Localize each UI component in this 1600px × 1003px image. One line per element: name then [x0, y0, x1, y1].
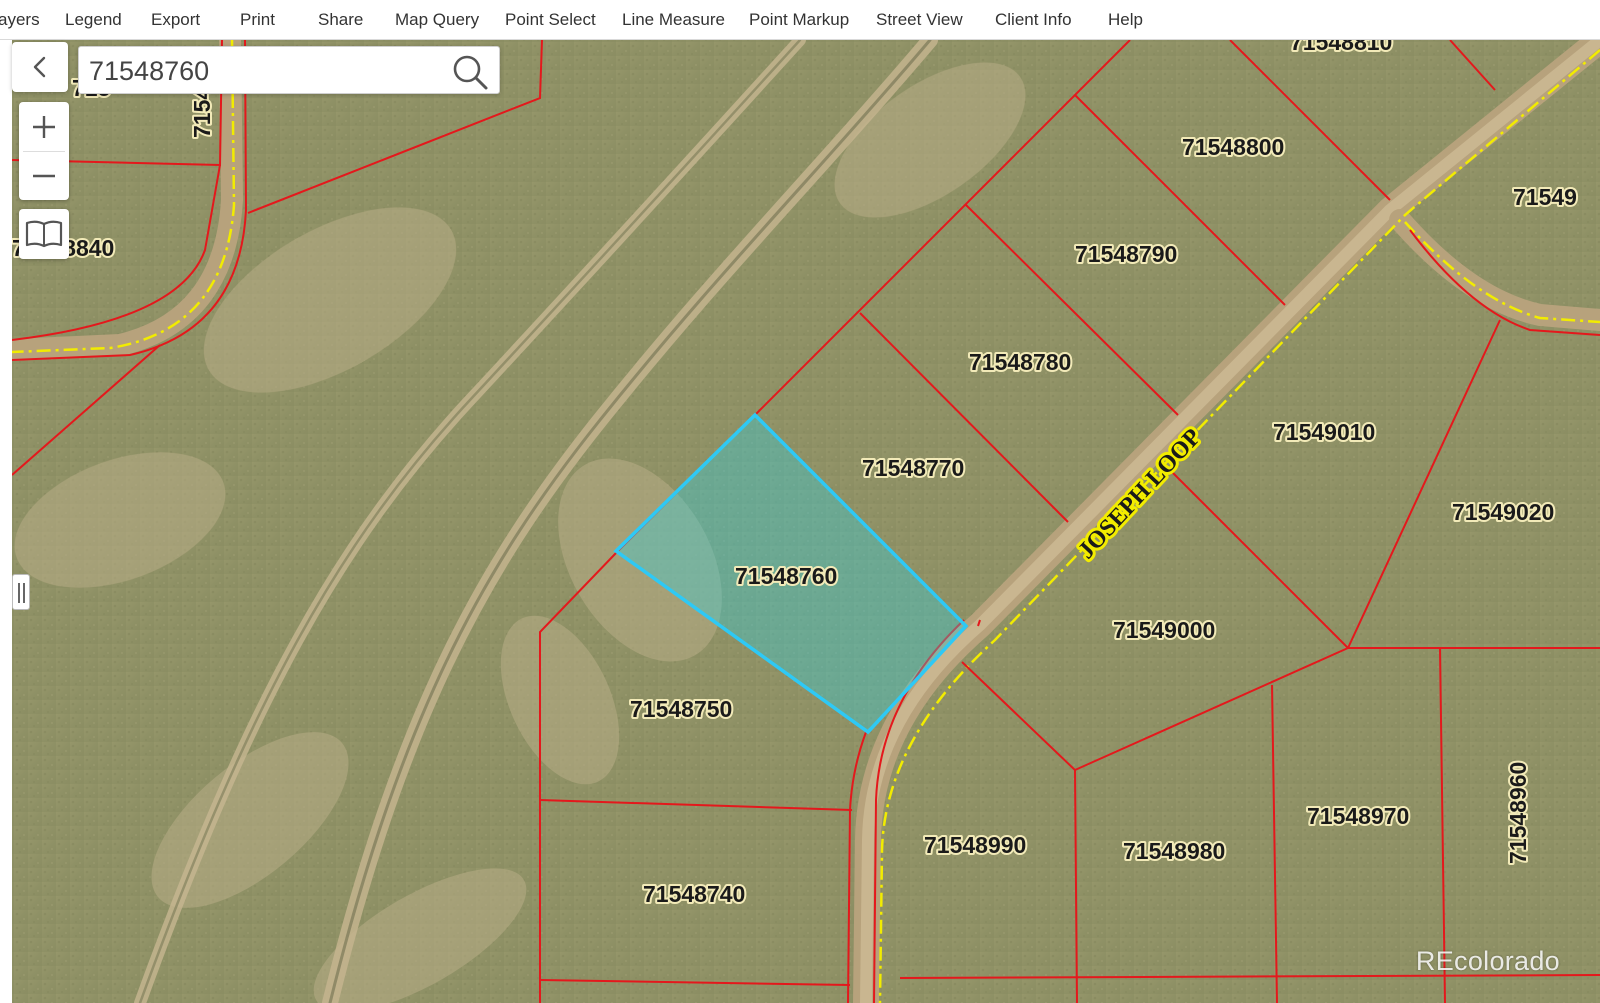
menu-share[interactable]: Share: [318, 0, 363, 39]
parcel-label[interactable]: 71548800: [1180, 132, 1286, 162]
parcel-label[interactable]: 71548810: [1288, 40, 1394, 57]
menu-help[interactable]: Help: [1108, 0, 1143, 39]
menu-client-info[interactable]: Client Info: [995, 0, 1072, 39]
panel-resize-handle[interactable]: [12, 574, 30, 610]
menu-print[interactable]: Print: [240, 0, 275, 39]
plus-icon: [33, 116, 55, 138]
back-button[interactable]: [12, 42, 68, 92]
parcel-label[interactable]: 71548750: [628, 694, 734, 724]
minus-icon: [33, 174, 55, 178]
parcel-label[interactable]: 71549010: [1271, 417, 1377, 447]
parcel-label[interactable]: 71548960: [1503, 760, 1533, 866]
left-panel-edge: [0, 40, 12, 1003]
menu-bar: ayers Legend Export Print Share Map Quer…: [0, 0, 1600, 40]
menu-line-measure[interactable]: Line Measure: [622, 0, 725, 39]
menu-legend[interactable]: Legend: [65, 0, 122, 39]
search-button[interactable]: [449, 51, 491, 91]
zoom-in-button[interactable]: [19, 102, 69, 151]
menu-map-query[interactable]: Map Query: [395, 0, 479, 39]
parcel-label[interactable]: 71548740: [641, 879, 747, 909]
parcel-label-selected[interactable]: 71548760: [733, 561, 839, 591]
parcel-label[interactable]: 71548770: [860, 453, 966, 483]
parcel-label[interactable]: 7154: [187, 85, 217, 140]
drag-handle-icon: [18, 583, 20, 603]
parcel-label[interactable]: 71549020: [1450, 497, 1556, 527]
search-input[interactable]: [89, 51, 439, 91]
parcel-label[interactable]: 71548790: [1073, 239, 1179, 269]
parcel-map[interactable]: 71548810 71548800 71549 71548790 7154878…: [12, 40, 1600, 1003]
book-icon: [25, 220, 63, 248]
map-canvas: 71548810 71548800 71549 71548790 7154878…: [12, 40, 1600, 1003]
parcel-label[interactable]: 71548990: [922, 830, 1028, 860]
parcel-label[interactable]: 71548780: [967, 347, 1073, 377]
zoom-out-button[interactable]: [19, 151, 69, 200]
chevron-left-icon: [33, 56, 46, 78]
drag-handle-icon-bar: [23, 583, 25, 603]
watermark: REcolorado: [1415, 946, 1560, 976]
menu-export[interactable]: Export: [151, 0, 200, 39]
menu-point-select[interactable]: Point Select: [505, 0, 596, 39]
menu-street-view[interactable]: Street View: [876, 0, 963, 39]
search-icon: [453, 55, 488, 90]
parcel-search: [78, 46, 500, 94]
zoom-control: [19, 102, 69, 200]
parcel-label[interactable]: 71549: [1511, 182, 1579, 212]
bookmarks-button[interactable]: [19, 209, 69, 259]
menu-layers[interactable]: ayers: [0, 0, 40, 39]
parcel-label[interactable]: 71548970: [1305, 801, 1411, 831]
parcel-label[interactable]: 71549000: [1111, 615, 1217, 645]
menu-point-markup[interactable]: Point Markup: [749, 0, 849, 39]
parcel-label[interactable]: 71548980: [1121, 836, 1227, 866]
